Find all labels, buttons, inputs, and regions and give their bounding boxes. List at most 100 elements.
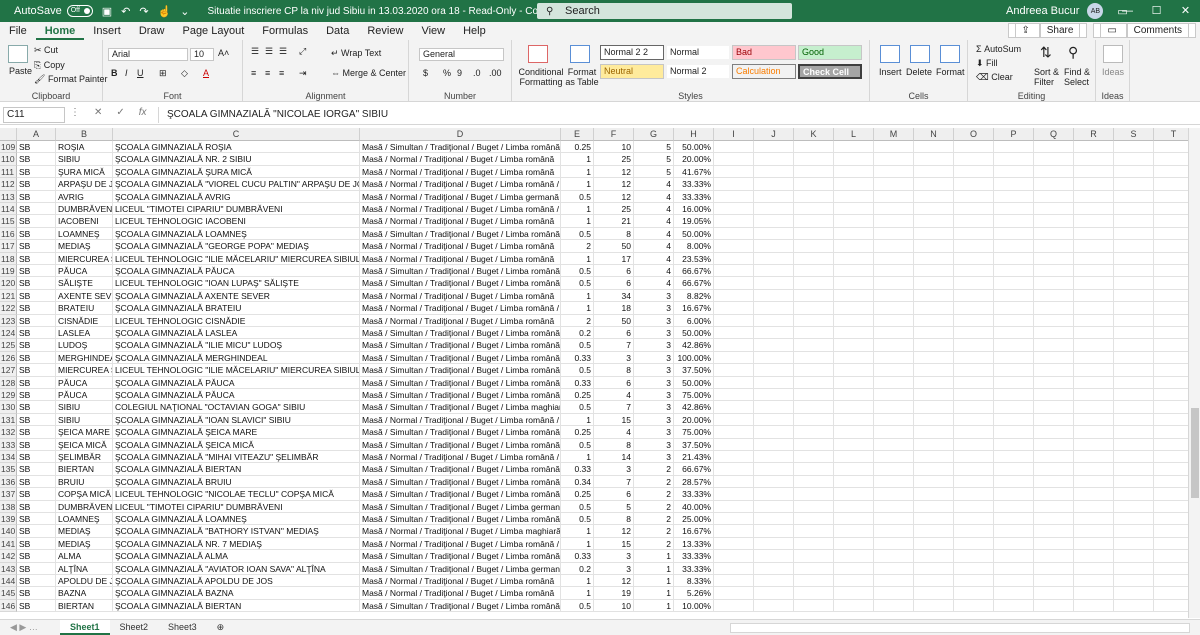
grid-cell[interactable]: SB [17, 351, 56, 365]
maximize-icon[interactable]: ☐ [1142, 0, 1171, 22]
style-normal[interactable]: Normal [666, 45, 730, 60]
grid-cell[interactable] [1154, 600, 1188, 613]
grid-cell[interactable]: 1 [634, 599, 674, 613]
grid-cell[interactable] [954, 389, 994, 402]
grid-cell[interactable] [1154, 401, 1188, 414]
grid-cell[interactable] [1114, 302, 1154, 315]
orientation-icon[interactable]: ⤢ [299, 46, 306, 57]
grid-cell[interactable]: 0.33 [561, 351, 594, 365]
grid-cell[interactable] [714, 339, 754, 352]
grid-cell[interactable]: 66.67% [674, 265, 714, 278]
grid-cell[interactable] [714, 525, 754, 538]
grid-cell[interactable]: Masă / Normal / Tradiţional / Buget / Li… [360, 153, 561, 166]
grid-cell[interactable]: ŞCOALA GIMNAZIALĂ "VIOREL CUCU PALTIN" A… [113, 178, 360, 191]
grid-cell[interactable] [954, 562, 994, 575]
grid-cell[interactable] [1074, 426, 1114, 439]
grid-cell[interactable] [1034, 141, 1074, 154]
grid-cell[interactable] [1074, 500, 1114, 513]
grid-cell[interactable]: SB [17, 215, 56, 228]
grid-cell[interactable] [754, 277, 794, 290]
grid-cell[interactable]: 1 [561, 537, 594, 551]
grid-cell[interactable] [1034, 451, 1074, 464]
grid-cell[interactable] [1114, 575, 1154, 588]
grid-cell[interactable] [874, 277, 914, 290]
grid-cell[interactable]: APOLDU DE JOS [56, 575, 113, 588]
grid-cell[interactable] [874, 389, 914, 402]
grid-cell[interactable] [954, 500, 994, 513]
row-header[interactable]: 139 [0, 513, 17, 526]
grid-cell[interactable] [1074, 289, 1114, 303]
grid-cell[interactable]: 40.00% [674, 500, 714, 513]
column-header-n[interactable]: N [914, 128, 954, 141]
grid-cell[interactable] [714, 227, 754, 241]
grid-cell[interactable] [754, 513, 794, 526]
row-header[interactable]: 134 [0, 451, 17, 464]
grid-cell[interactable]: SIBIU [56, 401, 113, 414]
grid-cell[interactable] [1074, 438, 1114, 451]
grid-cell[interactable]: 8 [594, 364, 634, 377]
grid-cell[interactable] [874, 537, 914, 551]
grid-cell[interactable]: 8.33% [674, 575, 714, 588]
grid-cell[interactable] [1034, 587, 1074, 600]
row-header[interactable]: 140 [0, 525, 17, 538]
grid-cell[interactable] [874, 438, 914, 451]
grid-cell[interactable]: 3 [634, 376, 674, 389]
grid-cell[interactable]: SB [17, 426, 56, 439]
grid-cell[interactable]: 20.00% [674, 413, 714, 427]
grid-cell[interactable]: 6 [594, 327, 634, 340]
font-name-select[interactable]: Arial [108, 48, 188, 61]
grid-cell[interactable]: 0.34 [561, 475, 594, 489]
column-header-g[interactable]: G [634, 128, 674, 141]
grid-cell[interactable] [1154, 389, 1188, 402]
style-calculation[interactable]: Calculation [732, 64, 796, 79]
grid-cell[interactable] [1154, 377, 1188, 389]
grid-cell[interactable] [714, 438, 754, 451]
grid-cell[interactable]: 0.5 [561, 364, 594, 377]
grid-cell[interactable]: 3 [634, 401, 674, 414]
grid-cell[interactable] [914, 550, 954, 563]
grid-cell[interactable] [834, 562, 874, 575]
grid-cell[interactable]: 8 [594, 438, 634, 451]
grid-cell[interactable] [914, 587, 954, 600]
grid-cell[interactable] [714, 215, 754, 228]
grid-cell[interactable] [1154, 538, 1188, 551]
align-right-icon[interactable]: ≡ [279, 68, 284, 78]
grid-cell[interactable] [754, 500, 794, 513]
grid-cell[interactable] [1074, 314, 1114, 327]
grid-cell[interactable]: ALŢÎNA [56, 562, 113, 575]
grid-cell[interactable] [1154, 191, 1188, 203]
grid-cell[interactable]: Masă / Normal / Tradiţional / Buget / Li… [360, 525, 561, 538]
grid-cell[interactable] [794, 500, 834, 513]
grid-cell[interactable] [954, 141, 994, 154]
grid-cell[interactable]: 19 [594, 587, 634, 600]
grid-cell[interactable] [954, 215, 994, 228]
grid-cell[interactable]: SB [17, 165, 56, 179]
grid-cell[interactable] [754, 575, 794, 588]
grid-cell[interactable]: ŞELIMBĂR [56, 451, 113, 464]
grid-cell[interactable] [874, 165, 914, 179]
grid-cell[interactable]: SB [17, 599, 56, 613]
grid-cell[interactable] [1154, 240, 1188, 253]
row-header[interactable]: 119 [0, 265, 17, 278]
grid-cell[interactable]: 50.00% [674, 327, 714, 340]
grid-cell[interactable]: 21 [594, 215, 634, 228]
grid-cell[interactable]: Masă / Normal / Tradiţional / Buget / Li… [360, 240, 561, 253]
grid-cell[interactable]: 7 [594, 401, 634, 414]
close-icon[interactable]: ✕ [1171, 0, 1200, 22]
cancel-icon[interactable]: ✕ [94, 107, 102, 118]
ideas-button[interactable]: Ideas [1102, 67, 1124, 77]
grid-cell[interactable]: 25 [594, 153, 634, 166]
comments-button[interactable]: ▭ Comments [1093, 23, 1196, 38]
grid-cell[interactable] [874, 426, 914, 439]
grid-cell[interactable]: 2 [634, 500, 674, 513]
grid-cell[interactable] [914, 240, 954, 253]
vertical-scroll-thumb[interactable] [1191, 408, 1199, 498]
row-header[interactable]: 143 [0, 562, 17, 575]
grid-cell[interactable] [1074, 451, 1114, 464]
grid-cell[interactable] [1034, 277, 1074, 290]
grid-cell[interactable] [874, 364, 914, 377]
align-left-icon[interactable]: ≡ [251, 68, 256, 78]
grid-cell[interactable]: 19.05% [674, 215, 714, 228]
grid-cell[interactable]: Masă / Simultan / Tradiţional / Buget / … [360, 401, 561, 414]
grid-cell[interactable]: 0.2 [561, 562, 594, 575]
